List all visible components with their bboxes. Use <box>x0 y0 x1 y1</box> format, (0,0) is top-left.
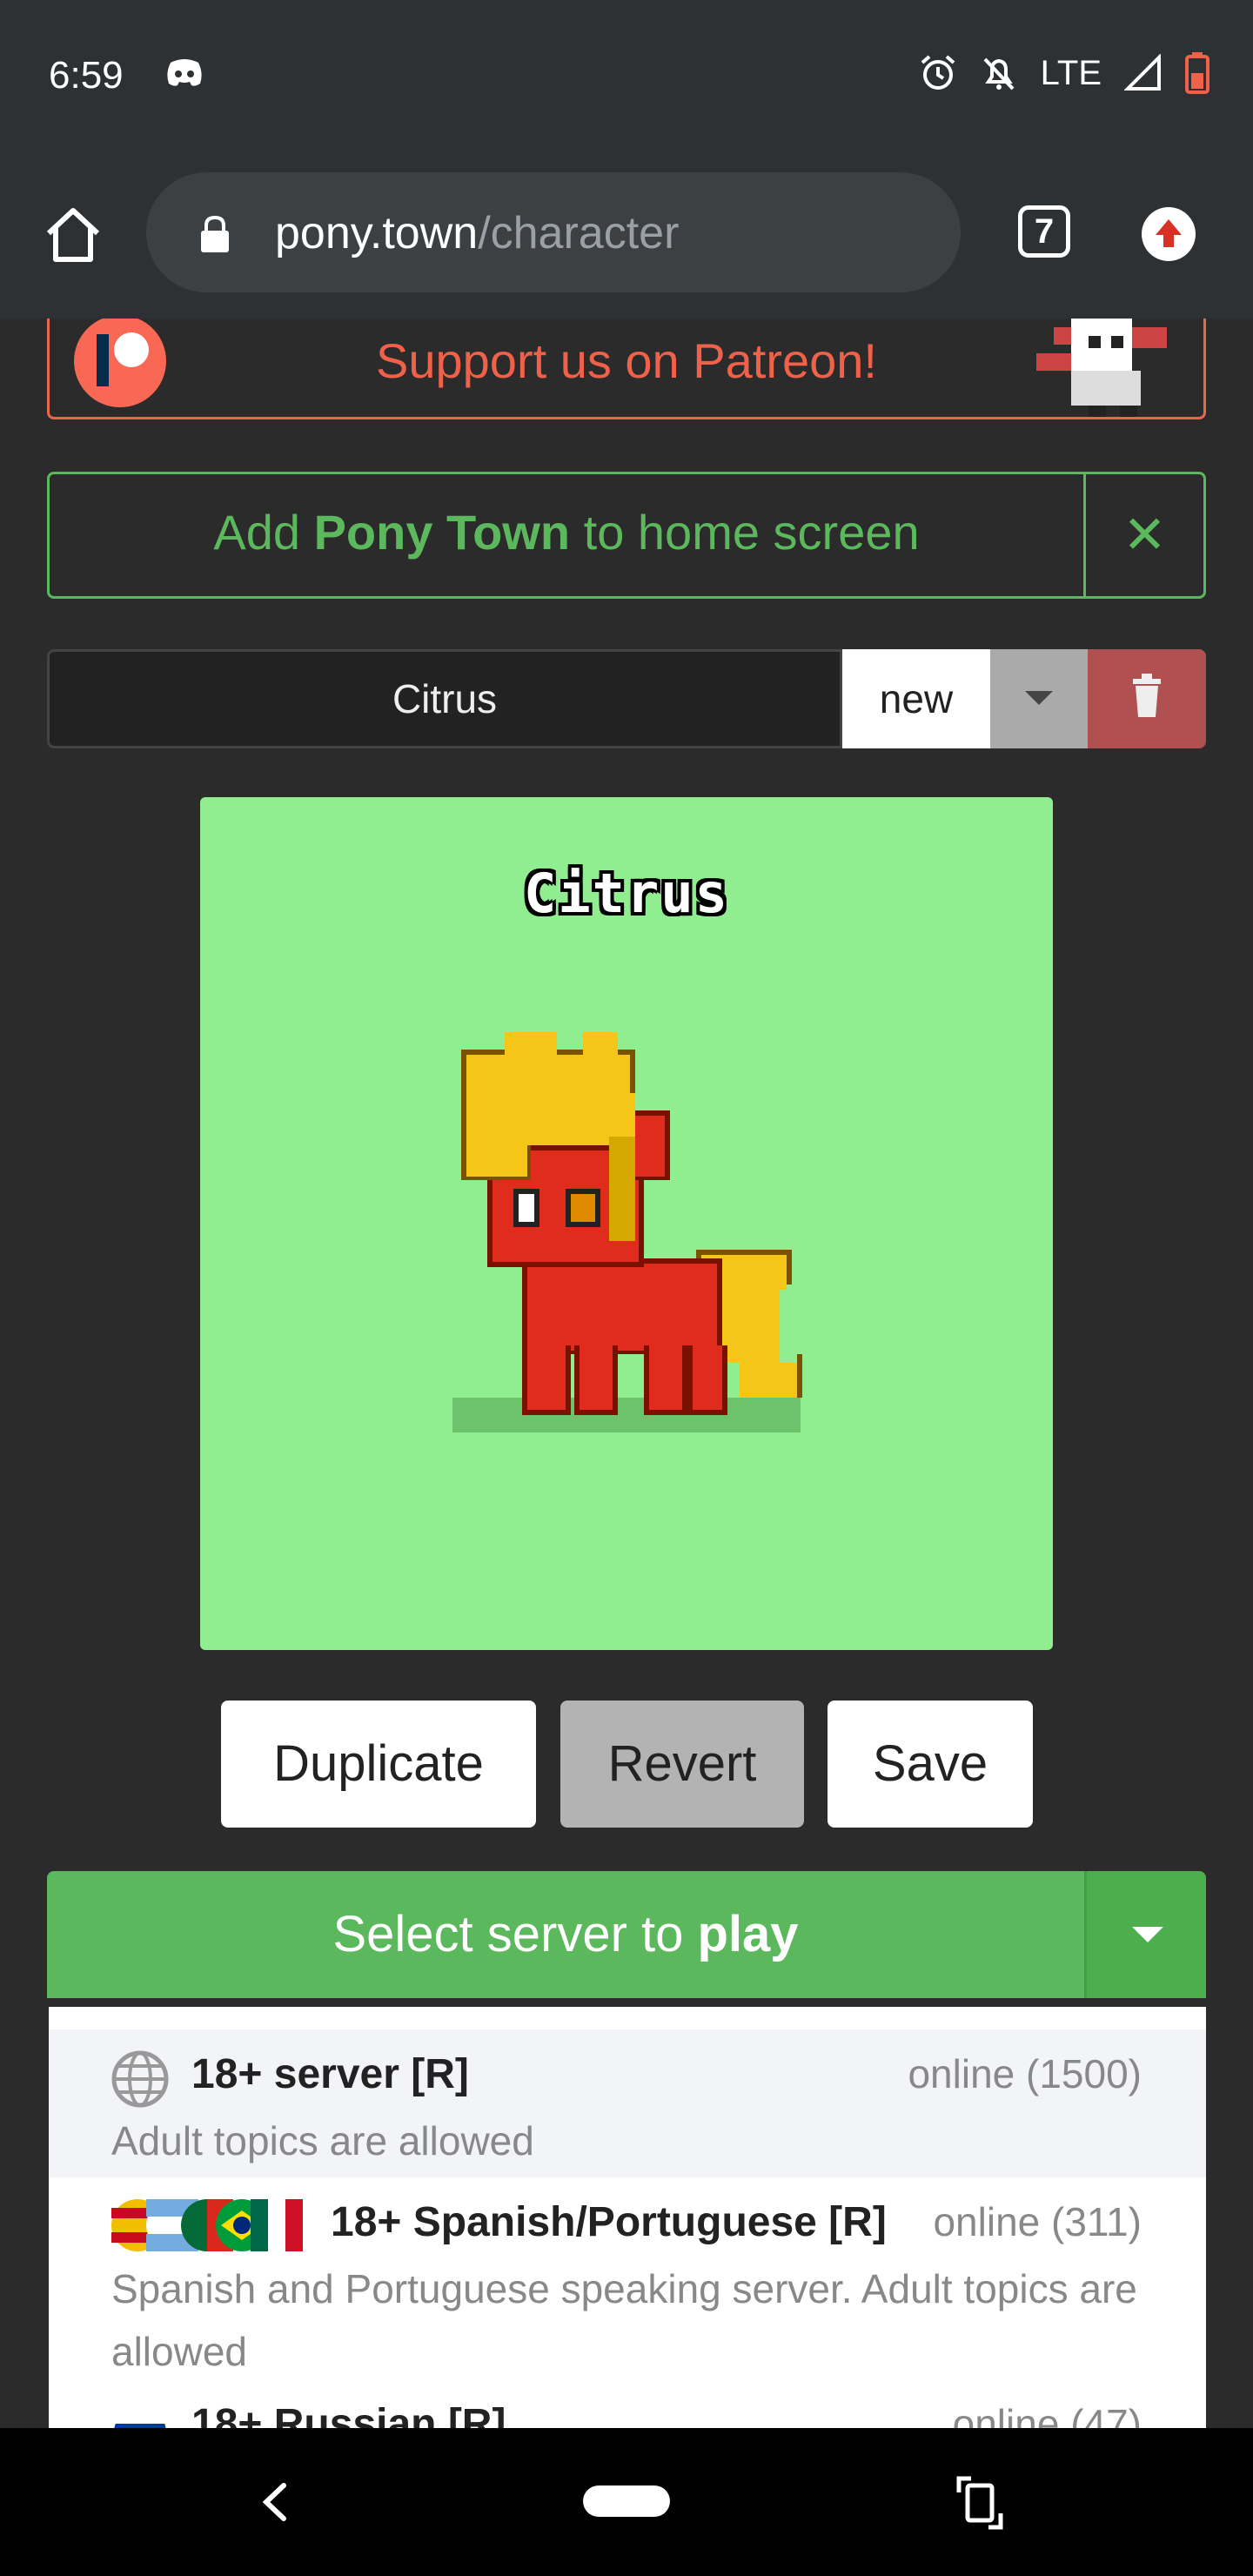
navigation-bar <box>0 2428 1253 2576</box>
server-title: 18+ Spanish/Portuguese [R] <box>331 2199 887 2245</box>
home-pill-button[interactable] <box>583 2485 670 2517</box>
server-item[interactable]: 18+ Russian [R] online (47) <box>49 2395 1206 2428</box>
server-item[interactable]: 18+ Spanish/Portuguese [R] online (311) … <box>49 2177 1206 2395</box>
server-description: Adult topics are allowed <box>111 2118 534 2163</box>
character-dropdown-button[interactable] <box>990 649 1088 748</box>
network-type: LTE <box>1040 53 1102 92</box>
character-preview: Citrus <box>200 797 1053 1650</box>
server-title: 18+ Russian [R] <box>191 2401 506 2428</box>
battery-icon <box>1185 52 1209 94</box>
server-description: Spanish and Portuguese speaking server. … <box>111 2266 1137 2374</box>
add-to-home-banner[interactable]: Add Pony Town to home screen ✕ <box>47 472 1206 599</box>
home-icon[interactable] <box>42 204 104 266</box>
url-host: pony.town <box>275 208 479 258</box>
server-status: online (47) <box>952 2401 1142 2428</box>
server-dropdown-button[interactable] <box>1084 1871 1206 1998</box>
character-name-input[interactable]: Citrus <box>47 649 842 748</box>
browser-toolbar: pony.town/character 7 <box>0 153 1253 319</box>
revert-button[interactable]: Revert <box>560 1701 804 1828</box>
lock-icon <box>201 216 229 252</box>
preview-name-label: Citrus <box>524 862 729 925</box>
notifications-off-icon <box>983 57 1015 91</box>
duplicate-button[interactable]: Duplicate <box>221 1701 536 1828</box>
save-button[interactable]: Save <box>828 1701 1033 1828</box>
status-time: 6:59 <box>49 54 124 97</box>
close-button[interactable]: ✕ <box>1086 474 1203 596</box>
tab-switcher-button[interactable]: 7 <box>1018 205 1070 258</box>
play-button[interactable]: Select server to play <box>47 1871 1084 1998</box>
address-bar[interactable]: pony.town/character <box>146 172 961 292</box>
server-list: 18+ server [R] online (1500) Adult topic… <box>49 2007 1206 2428</box>
play-button-group: Select server to play <box>47 1871 1206 1998</box>
delete-character-button[interactable] <box>1088 649 1206 748</box>
pony-mascot-icon <box>1036 319 1167 417</box>
add-to-home-text[interactable]: Add Pony Town to home screen <box>50 504 1083 560</box>
new-character-button[interactable]: new <box>842 649 990 748</box>
rotate-icon[interactable] <box>955 2475 1004 2531</box>
caret-down-icon <box>1025 691 1053 705</box>
url-text[interactable]: pony.town/character <box>275 207 679 259</box>
pony-character-sprite <box>452 1032 802 1432</box>
flag-ru-icon <box>114 2406 166 2428</box>
status-bar: 6:59 LTE <box>0 0 1253 153</box>
server-status: online (311) <box>933 2199 1142 2244</box>
update-icon[interactable] <box>1142 207 1196 261</box>
server-status: online (1500) <box>908 2051 1142 2096</box>
discord-icon <box>167 59 202 86</box>
flags-icon <box>111 2199 303 2251</box>
globe-icon <box>111 2050 169 2108</box>
alarm-icon <box>921 55 955 90</box>
server-title: 18+ server [R] <box>191 2051 469 2097</box>
caret-down-icon <box>1132 1927 1163 1942</box>
trash-icon <box>1133 674 1161 717</box>
signal-icon <box>1124 54 1161 91</box>
character-selector: Citrus new <box>47 649 1206 748</box>
url-path: /character <box>478 208 680 258</box>
patreon-banner[interactable]: Support us on Patreon! <box>47 319 1206 419</box>
back-icon[interactable] <box>258 2479 292 2526</box>
server-item[interactable]: 18+ server [R] online (1500) Adult topic… <box>49 2029 1206 2177</box>
